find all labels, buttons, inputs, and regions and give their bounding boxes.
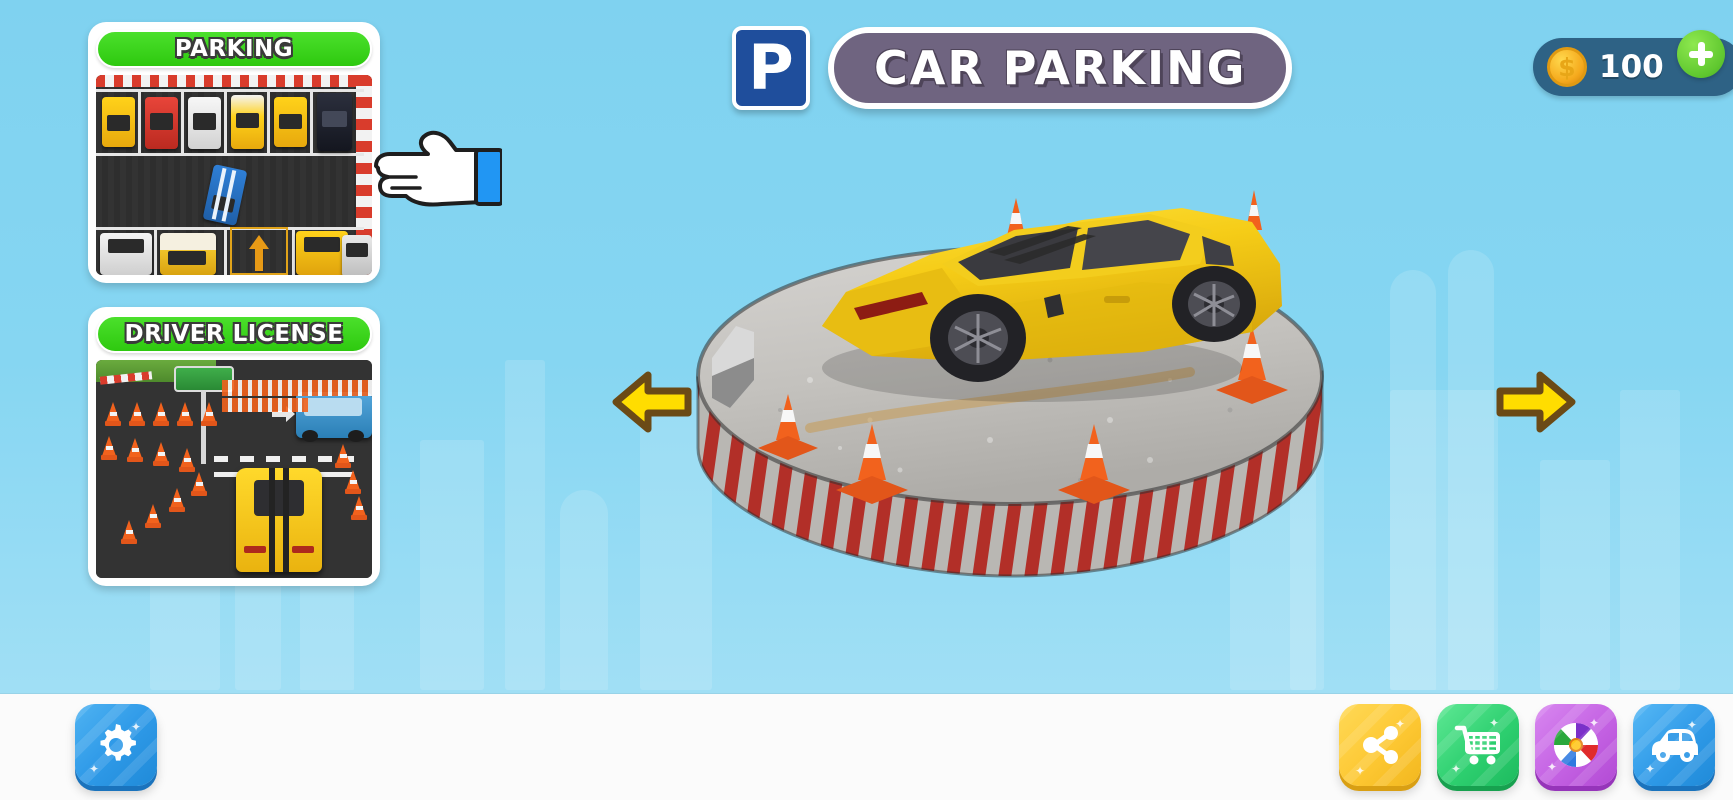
level-card-list: PARKING DRIVER LICENSE: [88, 22, 380, 610]
title-pill: CAR PARKING: [828, 27, 1293, 109]
level-card-parking[interactable]: PARKING: [88, 22, 380, 283]
car-wheel: [930, 294, 1026, 382]
game-screen: P CAR PARKING $ 100 PARKING DRIVER LICEN…: [0, 0, 1733, 800]
pointing-hand-icon: [374, 130, 504, 207]
level-card-label: PARKING: [96, 30, 372, 68]
next-car-button[interactable]: [1490, 365, 1582, 437]
arrow-left-icon: [612, 371, 692, 433]
driver-license-thumbnail: [96, 360, 372, 578]
coin-icon: $: [1547, 47, 1587, 87]
parking-sign-letter: P: [748, 31, 794, 104]
action-button-group: ✦ ✦ ✦ ✦ ✦ ✦ ✦ ✦: [1339, 704, 1715, 786]
car-wheel: [1172, 266, 1256, 342]
tutorial-pointer: [372, 128, 504, 210]
add-coins-button[interactable]: [1677, 30, 1725, 78]
coin-amount: 100: [1599, 49, 1664, 85]
level-card-label: DRIVER LICENSE: [96, 315, 372, 353]
shop-button[interactable]: ✦ ✦: [1437, 704, 1519, 786]
car-showroom-platform: [690, 180, 1330, 600]
arrow-right-icon: [1496, 371, 1576, 433]
prev-car-button[interactable]: [606, 365, 698, 437]
page-title: CAR PARKING: [874, 41, 1247, 95]
player-car: [822, 208, 1282, 402]
spin-wheel-button[interactable]: ✦ ✦: [1535, 704, 1617, 786]
share-button[interactable]: ✦ ✦: [1339, 704, 1421, 786]
parking-lot-thumbnail: [96, 75, 372, 275]
garage-button[interactable]: ✦ ✦: [1633, 704, 1715, 786]
parking-sign-icon: P: [732, 26, 810, 110]
settings-button[interactable]: ✦ ✦: [75, 704, 157, 786]
bottom-toolbar: ✦ ✦ ✦ ✦ ✦ ✦ ✦ ✦ ✦ ✦: [0, 694, 1733, 800]
level-card-driver-license-label: DRIVER LICENSE: [124, 321, 344, 347]
game-title-bar: P CAR PARKING: [732, 26, 1293, 110]
level-card-parking-label: PARKING: [174, 36, 294, 62]
lane-arrow-icon: [249, 235, 269, 271]
level-card-driver-license[interactable]: DRIVER LICENSE: [88, 307, 380, 586]
